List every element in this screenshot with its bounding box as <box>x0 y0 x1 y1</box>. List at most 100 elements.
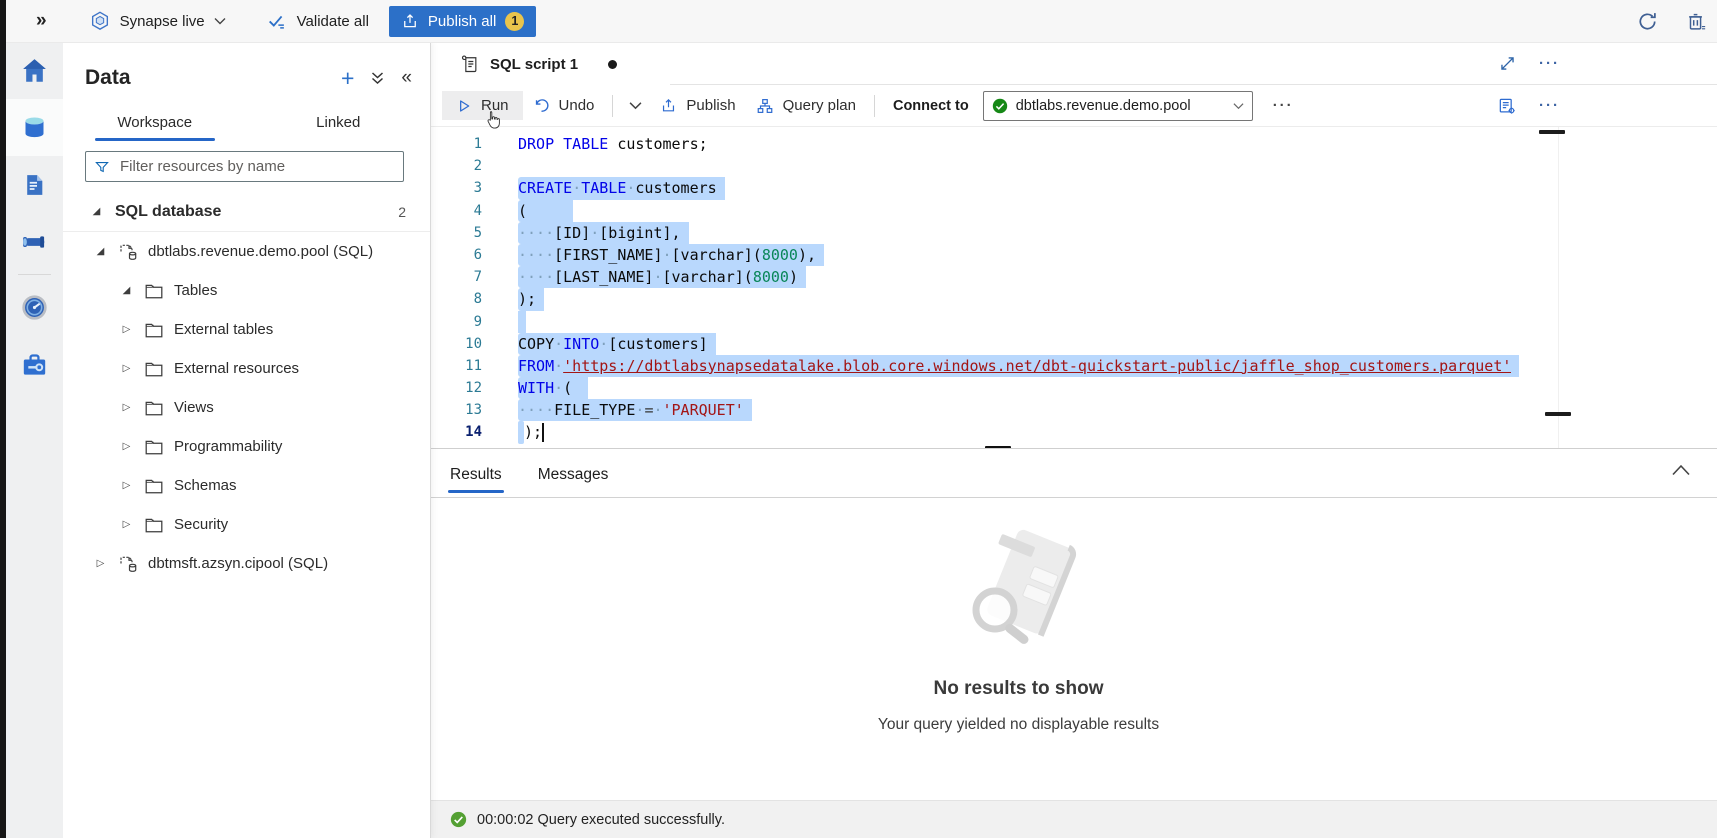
connect-to-label: Connect to <box>893 98 969 114</box>
code-line[interactable]: 8); <box>430 288 1717 310</box>
tab-sql-script-1[interactable]: SQL script 1 <box>444 43 637 85</box>
twisty-collapsed-icon[interactable]: ▷ <box>119 363 134 374</box>
tree-node[interactable]: ▷Programmability <box>63 427 430 466</box>
line-number[interactable]: 9 <box>430 311 494 333</box>
connect-to-pool-dropdown[interactable]: dbtlabs.revenue.demo.pool <box>983 91 1253 121</box>
tree-node[interactable]: ◢Tables <box>63 271 430 310</box>
collapse-panel-icon[interactable]: « <box>401 69 412 87</box>
twisty-collapsed-icon[interactable]: ▷ <box>119 441 134 452</box>
tree-node[interactable]: ▷Schemas <box>63 466 430 505</box>
monitor-icon <box>21 294 48 321</box>
validate-all-button[interactable]: Validate all <box>266 10 369 32</box>
tree-node-sql-database[interactable]: ◢SQL database2 <box>63 192 430 232</box>
line-number[interactable]: 12 <box>430 377 494 399</box>
code-line[interactable]: 2 <box>430 155 1717 177</box>
code-line[interactable]: 10COPY·INTO·[customers] <box>430 333 1717 355</box>
line-number[interactable]: 11 <box>430 355 494 377</box>
expand-editor-icon[interactable] <box>1498 54 1517 73</box>
twisty-collapsed-icon[interactable]: ▷ <box>119 480 134 491</box>
code-line[interactable]: 3CREATE·TABLE·customers <box>430 177 1717 199</box>
run-options-chevron-icon[interactable] <box>621 95 650 116</box>
code-line[interactable]: 4( <box>430 200 1717 222</box>
line-number[interactable]: 14 <box>430 421 494 443</box>
twisty-collapsed-icon[interactable]: ▷ <box>119 519 134 530</box>
line-number[interactable]: 6 <box>430 244 494 266</box>
tree-node[interactable]: ▷Views <box>63 388 430 427</box>
undo-button[interactable]: Undo <box>523 91 605 120</box>
rail-item-monitor[interactable] <box>6 279 63 336</box>
editor-scroll-marker[interactable] <box>1545 412 1571 416</box>
expand-left-panel-icon[interactable]: » <box>36 10 47 32</box>
rail-item-develop[interactable] <box>6 156 63 213</box>
folder-icon <box>143 360 165 378</box>
line-number[interactable]: 7 <box>430 266 494 288</box>
line-number[interactable]: 3 <box>430 177 494 199</box>
database-count-badge: 2 <box>398 204 406 220</box>
twisty-expanded-icon[interactable]: ◢ <box>119 285 134 296</box>
folder-icon <box>143 477 165 495</box>
code-line[interactable]: 1DROP TABLE customers; <box>430 133 1717 155</box>
tab-messages[interactable]: Messages <box>538 466 609 497</box>
twisty-expanded-icon[interactable]: ◢ <box>93 246 108 257</box>
code-line[interactable]: 6····[FIRST_NAME]·[varchar](8000), <box>430 244 1717 266</box>
code-line[interactable]: 9 <box>430 311 1717 333</box>
add-resource-button[interactable]: + <box>341 68 354 88</box>
publish-button[interactable]: Publish <box>650 91 745 120</box>
filter-resources-box[interactable] <box>85 151 404 182</box>
filter-resources-input[interactable] <box>118 157 395 176</box>
branch-mode-label: Synapse live <box>120 13 205 30</box>
folder-icon <box>143 399 165 417</box>
code-line[interactable]: 5····[ID]·[bigint], <box>430 222 1717 244</box>
publish-all-button[interactable]: Publish all 1 <box>389 6 536 37</box>
data-panel-tabs: Workspace Linked <box>63 103 430 141</box>
tab-workspace[interactable]: Workspace <box>63 103 247 141</box>
collapse-all-icon[interactable] <box>370 70 385 86</box>
rail-item-integrate[interactable] <box>6 213 63 270</box>
tree-node-label: Security <box>174 516 228 533</box>
query-plan-button[interactable]: Query plan <box>746 91 866 121</box>
code-line[interactable]: 12WITH·( <box>430 377 1717 399</box>
sql-editor-panel: SQL script 1 ··· Run <box>430 42 1717 838</box>
run-play-icon <box>456 98 472 114</box>
line-number[interactable]: 13 <box>430 399 494 421</box>
tab-title: SQL script 1 <box>490 56 578 73</box>
editor-scrollbar-thumb[interactable] <box>1539 130 1565 134</box>
run-button[interactable]: Run <box>442 91 523 120</box>
code-line[interactable]: 13····FILE_TYPE·=·'PARQUET' <box>430 399 1717 421</box>
line-number[interactable]: 2 <box>430 155 494 177</box>
rail-item-home[interactable] <box>6 42 63 99</box>
rail-item-data[interactable] <box>6 99 63 156</box>
sql-pool-icon <box>117 242 139 262</box>
tree-node[interactable]: ▷ Security <box>63 505 430 544</box>
twisty-collapsed-icon[interactable]: ▷ <box>93 558 108 569</box>
properties-icon[interactable] <box>1497 96 1517 116</box>
code-line[interactable]: 7····[LAST_NAME]·[varchar](8000) <box>430 266 1717 288</box>
twisty-expanded-icon[interactable]: ◢ <box>89 206 104 217</box>
line-number[interactable]: 8 <box>430 288 494 310</box>
query-plan-icon <box>756 97 774 115</box>
branch-mode-selector[interactable]: Synapse live <box>89 10 226 32</box>
collapse-results-chevron-icon[interactable] <box>1671 464 1691 476</box>
twisty-collapsed-icon[interactable]: ▷ <box>119 324 134 335</box>
code-editor[interactable]: 1DROP TABLE customers;23CREATE·TABLE·cus… <box>430 127 1717 449</box>
line-number[interactable]: 10 <box>430 333 494 355</box>
toolbar-more-actions-icon[interactable]: ··· <box>1539 97 1560 114</box>
code-line[interactable]: 14); <box>430 421 1717 443</box>
tree-node[interactable]: ◢dbtlabs.revenue.demo.pool (SQL) <box>63 232 430 271</box>
tab-linked[interactable]: Linked <box>247 103 431 141</box>
refresh-icon[interactable] <box>1636 10 1659 33</box>
twisty-collapsed-icon[interactable]: ▷ <box>119 402 134 413</box>
chevron-down-icon <box>214 17 226 25</box>
line-number[interactable]: 4 <box>430 200 494 222</box>
line-number[interactable]: 1 <box>430 133 494 155</box>
tree-node[interactable]: ▷dbtmsft.azsyn.cipool (SQL) <box>63 544 430 583</box>
tab-more-actions-icon[interactable]: ··· <box>1539 55 1560 72</box>
connect-more-actions-icon[interactable]: ··· <box>1273 97 1294 114</box>
rail-item-manage[interactable] <box>6 336 63 393</box>
discard-trash-icon[interactable] <box>1685 10 1707 33</box>
code-line[interactable]: 11FROM·'https://dbtlabsynapsedatalake.bl… <box>430 355 1717 377</box>
tree-node[interactable]: ▷External tables <box>63 310 430 349</box>
tab-results[interactable]: Results <box>450 466 502 497</box>
line-number[interactable]: 5 <box>430 222 494 244</box>
tree-node[interactable]: ▷External resources <box>63 349 430 388</box>
